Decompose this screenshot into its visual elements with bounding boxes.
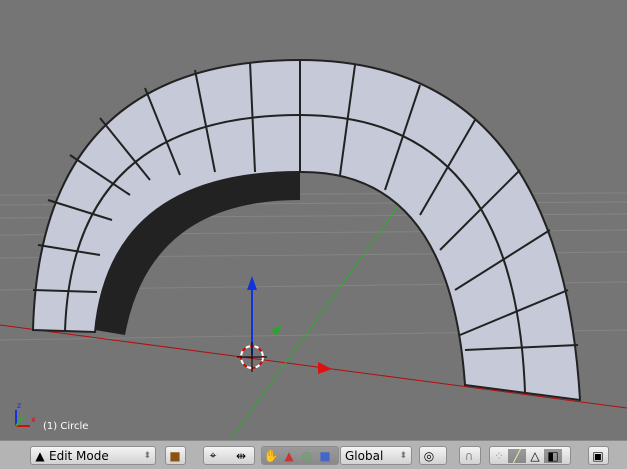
edge-icon[interactable]: ╱ (508, 448, 526, 463)
mode-select[interactable]: ▲ Edit Mode ⬍ (30, 446, 156, 465)
snap-button[interactable]: ∩ (459, 446, 481, 465)
3d-cursor-icon[interactable] (237, 342, 267, 372)
solid-cube-icon: ■ (169, 448, 181, 463)
pivot-select[interactable]: ⌖ ⇹ (203, 446, 255, 465)
proportional-circle-icon: ◎ (423, 448, 435, 463)
select-mode-group: ⁘ ╱ △ ◧ (489, 446, 571, 465)
orientation-select[interactable]: Global ⬍ (340, 446, 412, 465)
axis-widget: z x y (15, 401, 36, 427)
occlude-cube-icon[interactable]: ◧ (544, 448, 562, 463)
magnet-icon: ∩ (464, 448, 474, 463)
z-arrow-icon (247, 276, 257, 290)
mode-label: Edit Mode (49, 448, 109, 463)
axis-x-label: x (31, 415, 36, 424)
edit-mode-triangle-icon: ▲ (35, 448, 45, 463)
rotate-ring-icon[interactable]: ◎ (298, 449, 316, 463)
x-arrow-icon (318, 362, 332, 374)
hand-icon[interactable]: ✋ (262, 449, 280, 463)
vertex-icon[interactable]: ⁘ (490, 449, 508, 463)
face-icon[interactable]: △ (526, 449, 544, 463)
y-arrow-icon (272, 325, 282, 336)
draw-type-button[interactable]: ■ (165, 446, 186, 465)
render-image-icon: ▣ (592, 448, 604, 463)
axis-y-label: y (20, 414, 24, 422)
translate-triangle-icon[interactable]: ▲ (280, 449, 298, 463)
render-button[interactable]: ▣ (588, 446, 609, 465)
axis-z-label: z (17, 401, 21, 410)
manipulator-group: ✋ ▲ ◎ ■ (261, 446, 339, 465)
proportional-edit-button[interactable]: ◎ (419, 446, 447, 465)
orientation-label: Global (345, 448, 384, 463)
align-icon: ⇹ (235, 448, 247, 463)
3d-viewport[interactable]: z x y (0, 0, 627, 440)
y-axis-line (229, 189, 411, 440)
object-info-label: (1) Circle (43, 421, 89, 432)
crosshair-icon: ⌖ (209, 448, 217, 462)
scale-square-icon[interactable]: ■ (316, 449, 334, 463)
viewport-header-toolbar: ▲ Edit Mode ⬍ ■ ⌖ ⇹ ✋ ▲ ◎ ■ Global ⬍ ◎ ∩ ⁘ ╱ △ ◧ ▣ (0, 440, 627, 469)
